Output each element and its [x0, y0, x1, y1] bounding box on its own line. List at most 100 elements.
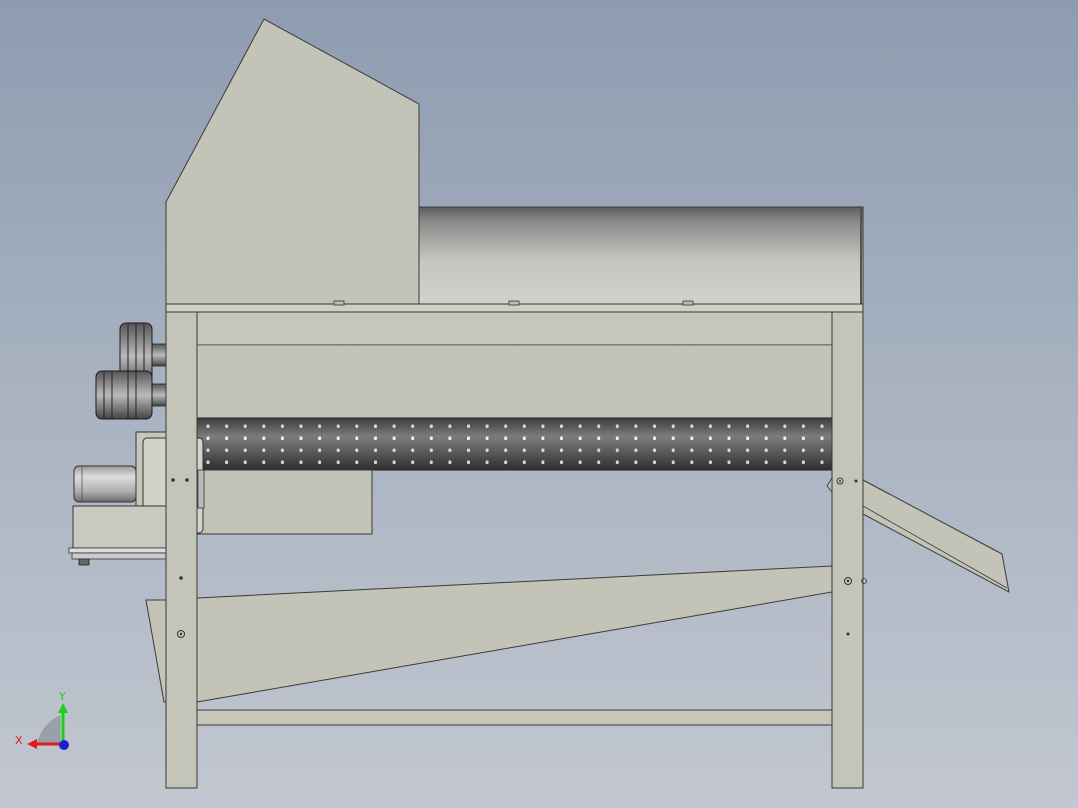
drum-perforation-hole [764, 460, 768, 464]
drum-perforation-hole [708, 448, 712, 452]
drum-perforation-hole [708, 424, 712, 428]
drum-perforation-hole [746, 460, 750, 464]
drum-perforation-hole [429, 424, 433, 428]
drum-perforation-hole [560, 460, 563, 464]
drum-perforation-hole [336, 436, 340, 440]
drum-perforation-hole [634, 460, 638, 464]
drum-perforation-hole [467, 424, 470, 428]
drum-perforation-hole [504, 424, 508, 428]
frame-left-leg [165, 311, 198, 789]
drum-perforation-hole [485, 460, 489, 464]
drum-perforation-hole [671, 436, 675, 440]
perforated-drum [196, 417, 833, 471]
drum-perforation-hole [243, 448, 247, 452]
feed-hopper [165, 18, 420, 305]
drum-perforation-hole [522, 460, 526, 464]
drum-perforation-hole [634, 448, 638, 452]
drum-perforation-hole [578, 424, 582, 428]
drum-perforation-hole [448, 460, 452, 464]
lower-pulley [95, 370, 153, 420]
drum-perforation-hole [467, 448, 470, 452]
drum-perforation-hole [671, 424, 675, 428]
drum-perforation-hole [522, 424, 526, 428]
drum-perforation-hole [690, 436, 694, 440]
drum-perforation-hole [318, 448, 322, 452]
drum-perforation-hole [299, 436, 303, 440]
drum-perforation-hole [522, 436, 526, 440]
drum-perforation-hole [262, 424, 266, 428]
drum-perforation-hole [280, 460, 284, 464]
drum-perforation-hole [448, 448, 452, 452]
drum-perforation-hole [448, 424, 452, 428]
drum-perforation-hole [578, 448, 582, 452]
drum-perforation-hole [374, 460, 377, 464]
drum-perforation-hole [801, 436, 805, 440]
drum-perforation-hole [597, 448, 601, 452]
drum-perforation-hole [336, 448, 340, 452]
drum-perforation-hole [801, 460, 805, 464]
drum-perforation-hole [299, 424, 303, 428]
drum-perforation-hole [262, 448, 266, 452]
drum-perforation-hole [541, 424, 545, 428]
drum-perforation-hole [392, 424, 396, 428]
drum-perforation-hole [355, 448, 359, 452]
drum-perforation-hole [374, 436, 377, 440]
drum-perforation-hole [206, 424, 210, 428]
drum-perforation-hole [411, 448, 415, 452]
drum-perforation-hole [801, 448, 805, 452]
drum-perforation-hole [653, 436, 656, 440]
drum-perforation-hole [764, 424, 768, 428]
drum-perforation-hole [708, 436, 712, 440]
drum-perforation-hole [280, 448, 284, 452]
drum-perforation-hole [783, 448, 787, 452]
drum-perforation-hole [541, 436, 545, 440]
cad-viewport[interactable]: Y X [0, 0, 1078, 808]
drum-perforation-hole [243, 424, 247, 428]
drum-perforation-hole [467, 460, 470, 464]
drum-perforation-hole [541, 448, 545, 452]
drum-perforation-hole [708, 460, 712, 464]
cylinder-housing [418, 206, 864, 305]
drum-perforation-hole [336, 424, 340, 428]
drum-perforation-hole [318, 424, 322, 428]
drum-perforation-hole [690, 460, 694, 464]
drum-perforation-hole [392, 448, 396, 452]
drum-perforation-hole [429, 448, 433, 452]
machine-side-view-drawing: Y X [15, 18, 1010, 789]
drum-perforation-hole [560, 436, 563, 440]
drum-perforation-hole [746, 424, 750, 428]
drum-perforation-hole [374, 448, 377, 452]
drum-perforation-hole [392, 460, 396, 464]
drum-perforation-hole [225, 424, 229, 428]
drum-perforation-hole [411, 424, 415, 428]
drum-perforation-hole [634, 436, 638, 440]
drum-perforation-hole [541, 460, 545, 464]
x-axis-label: X [15, 734, 23, 747]
motor-base [68, 505, 167, 566]
motor-cover-box [196, 469, 373, 535]
drum-perforation-hole [690, 424, 694, 428]
coordinate-triad: Y X [15, 690, 69, 750]
drum-perforation-hole [206, 460, 210, 464]
drum-perforation-hole [355, 460, 359, 464]
drum-perforation-hole [671, 460, 675, 464]
drum-perforation-hole [485, 424, 489, 428]
inner-panel [196, 344, 833, 419]
drum-perforation-hole [615, 424, 619, 428]
drum-perforation-hole [280, 436, 284, 440]
drum-perforation-hole [615, 448, 619, 452]
collection-trough [145, 565, 833, 703]
drum-perforation-hole [746, 448, 750, 452]
drum-perforation-hole [801, 424, 805, 428]
drum-perforation-hole [597, 436, 601, 440]
drum-perforation-hole [671, 448, 675, 452]
drum-perforation-hole [615, 436, 619, 440]
drum-perforation-hole [336, 460, 340, 464]
drum-perforation-hole [653, 424, 656, 428]
drive-pulleys [95, 322, 167, 420]
drum-perforation-hole [783, 424, 787, 428]
drum-perforation-hole [522, 448, 526, 452]
drum-perforation-hole [578, 436, 582, 440]
drum-perforation-hole [597, 424, 601, 428]
drum-perforation-hole [615, 460, 619, 464]
